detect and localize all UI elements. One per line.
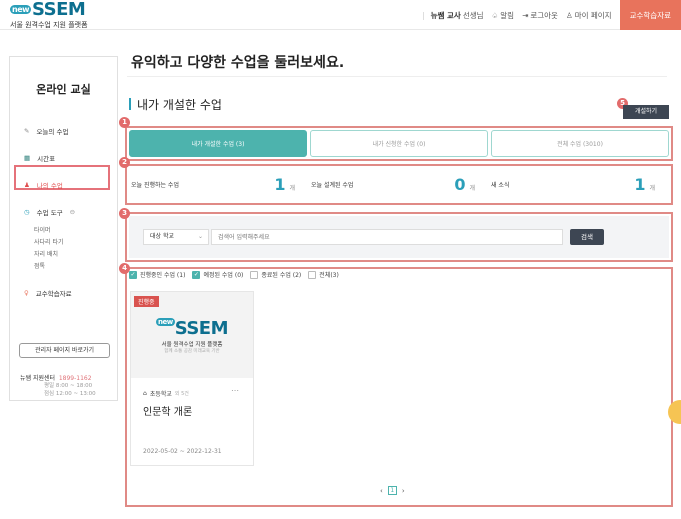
stats-panel: 오늘 진행하는 수업 1 개 오늘 설계된 수업 0 개 새 소식 1 개	[129, 167, 669, 202]
checkbox-checked: ✓	[192, 270, 201, 279]
card-logo: new SSEM 서울 원격수업 지원 플랫폼 함께 소통 공감 미래교육 기반	[155, 318, 229, 354]
resource-button[interactable]: 교수학습자료	[619, 0, 681, 30]
search-panel: 대상 학교 ⌄ 검색	[129, 216, 669, 258]
filter-ended[interactable]: 종료된 수업 (2)	[250, 270, 301, 279]
sidebar-item-today[interactable]: ✎ 오늘의 수업	[10, 117, 117, 144]
sidebar-item-my-class[interactable]: ♟ 나의 수업	[10, 171, 117, 198]
section-title: 내가 개설한 수업	[129, 96, 222, 113]
title-divider	[127, 76, 667, 77]
pagination: ‹ 1 ›	[380, 486, 405, 495]
status-filters: ✓ 진행중인 수업 (1) ✓ 예정된 수업 (0) 종료된 수업 (2) 전체(3…	[129, 270, 342, 279]
page-number[interactable]: 1	[387, 486, 397, 495]
card-school: ⌂ 초등학교 외 5건	[143, 390, 189, 398]
logo-new-label: new	[10, 5, 32, 14]
header-nav: | 뉴쌤 교사 선생님 ♤ 알림 ⇥ 로그아웃 ♙ 마이 페이지 교수학습자료	[416, 0, 681, 30]
class-tabs: 내가 개설한 수업 (3) 내가 신청한 수업 (0) 전체 수업 (3010)	[129, 130, 669, 157]
more-icon[interactable]: ⋯	[231, 386, 239, 395]
tool-seating[interactable]: 자리 배치	[10, 249, 117, 261]
checkbox-unchecked	[308, 270, 317, 279]
search-input[interactable]	[211, 229, 563, 245]
bulb-icon: ♀	[24, 288, 29, 297]
logo[interactable]: new SSEM 서울 원격수업 지원 플랫폼	[10, 1, 88, 30]
tab-my-applied[interactable]: 내가 신청한 수업 (0)	[310, 130, 488, 157]
tab-all[interactable]: 전체 수업 (3010)	[491, 130, 669, 157]
checkbox-checked: ✓	[129, 270, 137, 279]
admin-page-button[interactable]: 관리자 페이지 바로가기	[19, 343, 110, 358]
status-badge: 진행중	[134, 296, 159, 307]
card-date: 2022-05-02 ~ 2022-12-31	[143, 448, 222, 455]
filter-scheduled[interactable]: ✓ 예정된 수업 (0)	[192, 270, 243, 279]
user-icon: ♟	[24, 180, 30, 189]
mypage-link[interactable]: ♙ 마이 페이지	[566, 10, 612, 21]
school-select[interactable]: 대상 학교 ⌄	[143, 229, 209, 245]
sidebar-menu: ✎ 오늘의 수업 ▦ 시간표 ♟ 나의 수업 ◷ 수업 도구 ⊖ 타이머 사다리 타기 자…	[10, 117, 117, 306]
open-class-button[interactable]: 개설하기	[623, 105, 669, 119]
stat-designed: 오늘 설계된 수업 0 개	[311, 175, 475, 194]
support-center: 뉴쌤 지원센터 1899-1162 평일 8:00 ~ 18:00 점심 12:…	[20, 375, 96, 397]
chevron-left-icon[interactable]: ‹	[380, 487, 383, 495]
chevron-right-icon[interactable]: ›	[402, 487, 405, 495]
annotation-marker-1: 1	[119, 117, 130, 128]
user-name: 뉴쌤 교사 선생님	[430, 10, 484, 20]
collapse-icon: ⊖	[69, 207, 76, 216]
checkbox-unchecked	[250, 270, 259, 279]
stat-news: 새 소식 1 개	[491, 175, 655, 194]
filter-all[interactable]: 전체(3)	[308, 270, 339, 279]
sidebar: 온라인 교실 ✎ 오늘의 수업 ▦ 시간표 ♟ 나의 수업 ◷ 수업 도구 ⊖ 타이머 사…	[9, 56, 118, 401]
sidebar-item-tools[interactable]: ◷ 수업 도구 ⊖	[10, 198, 117, 225]
clock-icon: ◷	[24, 207, 30, 216]
card-thumbnail: 진행중 new SSEM 서울 원격수업 지원 플랫폼 함께 소통 공감 미래교육…	[131, 292, 253, 378]
sidebar-title: 온라인 교실	[36, 83, 91, 96]
bell-icon: ♤	[491, 10, 499, 20]
class-card[interactable]: 진행중 new SSEM 서울 원격수업 지원 플랫폼 함께 소통 공감 미래교육…	[130, 291, 254, 466]
calendar-icon: ▦	[24, 153, 31, 162]
top-header: new SSEM 서울 원격수업 지원 플랫폼 | 뉴쌤 교사 선생님 ♤ 알림 ⇥ 로…	[0, 0, 681, 30]
stat-today: 오늘 진행하는 수업 1 개	[131, 175, 295, 194]
filter-ongoing[interactable]: ✓ 진행중인 수업 (1)	[129, 270, 185, 279]
school-icon: ⌂	[143, 390, 147, 397]
pencil-icon: ✎	[24, 126, 30, 135]
tab-my-opened[interactable]: 내가 개설한 수업 (3)	[129, 130, 307, 157]
logout-link[interactable]: ⇥ 로그아웃	[522, 10, 558, 21]
tool-timer[interactable]: 타이머	[10, 225, 117, 237]
logout-icon: ⇥	[522, 10, 529, 20]
logo-subtitle: 서울 원격수업 지원 플랫폼	[10, 21, 88, 29]
search-button[interactable]: 검색	[570, 229, 604, 245]
logo-text: SSEM	[32, 0, 86, 20]
support-phone[interactable]: 1899-1162	[59, 375, 92, 382]
chevron-down-icon: ⌄	[197, 233, 203, 240]
page-title: 유익하고 다양한 수업을 둘러보세요.	[131, 55, 345, 71]
tool-chat[interactable]: 점톡	[10, 261, 117, 273]
tool-ladder[interactable]: 사다리 타기	[10, 237, 117, 249]
card-class-name: 인문학 개론	[143, 407, 193, 418]
alarm-link[interactable]: ♤ 알림	[492, 10, 515, 21]
sidebar-item-timetable[interactable]: ▦ 시간표	[10, 144, 117, 171]
sidebar-item-resources[interactable]: ♀ 교수학습자료	[10, 279, 117, 306]
person-icon: ♙	[565, 10, 573, 20]
